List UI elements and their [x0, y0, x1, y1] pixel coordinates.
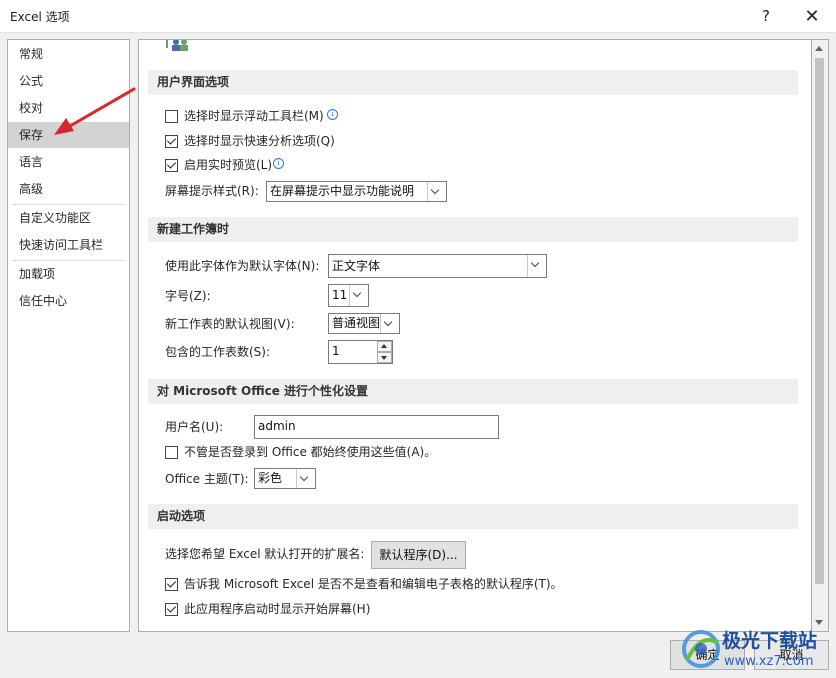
office-theme-value: 彩色 [258, 471, 283, 485]
chevron-down-icon [380, 314, 399, 333]
tell-me-default-label: 告诉我 Microsoft Excel 是否不是查看和编辑电子表格的默认程序(T… [184, 577, 563, 591]
default-view-select[interactable]: 普通视图 [328, 313, 400, 334]
watermark-logo: 极光下载站 www.xz7.com [680, 624, 830, 676]
font-size-select[interactable]: 11 [328, 284, 369, 307]
watermark-swirl-icon [682, 630, 720, 668]
annotation-arrow-icon [54, 87, 136, 135]
chevron-down-icon [427, 182, 446, 201]
default-programs-button[interactable]: 默认程序(D)... [371, 541, 466, 569]
username-value: admin [258, 419, 296, 433]
default-view-value: 普通视图 [332, 316, 381, 330]
section-header-startup: 启动选项 [148, 504, 798, 529]
font-size-label: 字号(Z): [165, 289, 211, 303]
info-icon[interactable]: i [273, 158, 284, 169]
help-button[interactable]: ? [746, 0, 786, 32]
username-label: 用户名(U): [165, 420, 224, 434]
section-header-ui-options: 用户界面选项 [148, 70, 798, 95]
start-screen-checkbox[interactable] [165, 603, 178, 616]
screentip-style-value: 在屏幕提示中显示功能说明 [270, 184, 415, 198]
spin-down-icon[interactable] [377, 352, 392, 363]
default-font-value: 正文字体 [332, 259, 381, 273]
sheet-count-value: 1 [332, 344, 340, 358]
chevron-down-icon [349, 285, 368, 306]
scroll-up-icon[interactable] [815, 46, 823, 51]
scroll-thumb[interactable] [815, 58, 824, 584]
live-preview-checkbox[interactable] [165, 159, 178, 172]
sidebar-item-customize-ribbon[interactable]: 自定义功能区 [8, 205, 129, 231]
spin-up-icon[interactable] [377, 341, 392, 352]
info-icon[interactable]: i [327, 109, 338, 120]
screentip-style-label: 屏幕提示样式(R): [165, 184, 259, 198]
quick-analysis-checkbox[interactable] [165, 135, 178, 148]
tell-me-default-checkbox[interactable] [165, 578, 178, 591]
watermark-title: 极光下载站 [722, 630, 818, 652]
chevron-down-icon [527, 255, 546, 277]
office-theme-label: Office 主题(T): [165, 472, 249, 486]
font-size-value: 11 [332, 288, 348, 302]
username-input[interactable]: admin [254, 415, 499, 439]
sidebar-item-advanced[interactable]: 高级 [8, 176, 129, 202]
section-header-personalize: 对 Microsoft Office 进行个性化设置 [148, 379, 798, 404]
content-scrollbar[interactable] [812, 39, 829, 632]
default-font-select[interactable]: 正文字体 [328, 254, 547, 278]
sidebar-item-addins[interactable]: 加载项 [8, 261, 129, 287]
live-preview-label: 启用实时预览(L) [184, 158, 273, 172]
sheet-count-label: 包含的工作表数(S): [165, 345, 271, 359]
default-font-label: 使用此字体作为默认字体(N): [165, 259, 320, 273]
quick-analysis-label: 选择时显示快速分析选项(Q) [184, 134, 335, 148]
sidebar-item-quick-access-toolbar[interactable]: 快速访问工具栏 [8, 232, 129, 258]
default-view-label: 新工作表的默认视图(V): [165, 317, 295, 331]
sidebar-item-trust-center[interactable]: 信任中心 [8, 288, 129, 314]
sidebar-item-language[interactable]: 语言 [8, 149, 129, 175]
chevron-down-icon [296, 469, 315, 488]
title-bar: Excel 选项 ? ✕ [0, 0, 836, 33]
window-title: Excel 选项 [10, 10, 70, 24]
office-theme-select[interactable]: 彩色 [254, 468, 316, 489]
options-content-panel [138, 39, 812, 632]
mini-toolbar-label: 选择时显示浮动工具栏(M) [184, 109, 324, 123]
sidebar-item-general[interactable]: 常规 [8, 41, 129, 67]
screentip-style-select[interactable]: 在屏幕提示中显示功能说明 [266, 181, 447, 202]
section-header-new-workbook: 新建工作簿时 [148, 217, 798, 242]
start-screen-label: 此应用程序启动时显示开始屏幕(H) [184, 602, 371, 616]
mini-toolbar-checkbox[interactable] [165, 110, 178, 123]
close-button[interactable]: ✕ [792, 0, 832, 32]
people-icon [166, 40, 188, 51]
watermark-url: www.xz7.com [724, 654, 814, 669]
always-use-checkbox[interactable] [165, 446, 178, 459]
always-use-label: 不管是否登录到 Office 都始终使用这些值(A)。 [184, 445, 437, 459]
extensions-label: 选择您希望 Excel 默认打开的扩展名: [165, 547, 365, 561]
